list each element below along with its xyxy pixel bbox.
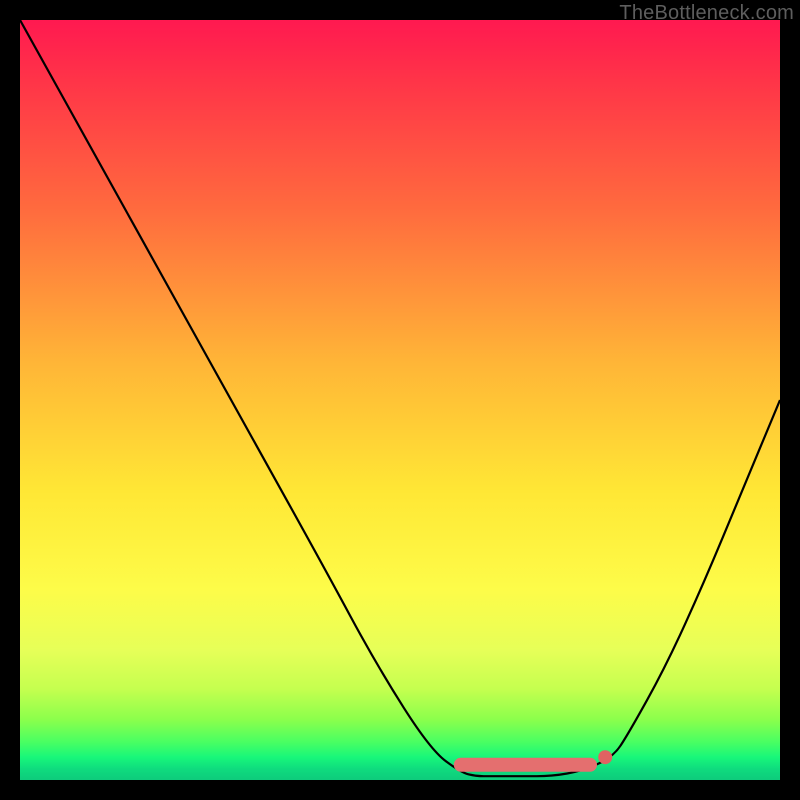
marker-dot	[598, 750, 612, 764]
plot-area	[20, 20, 780, 780]
curve-svg	[20, 20, 780, 780]
chart-container: TheBottleneck.com	[0, 0, 800, 800]
bottleneck-curve	[20, 20, 780, 776]
